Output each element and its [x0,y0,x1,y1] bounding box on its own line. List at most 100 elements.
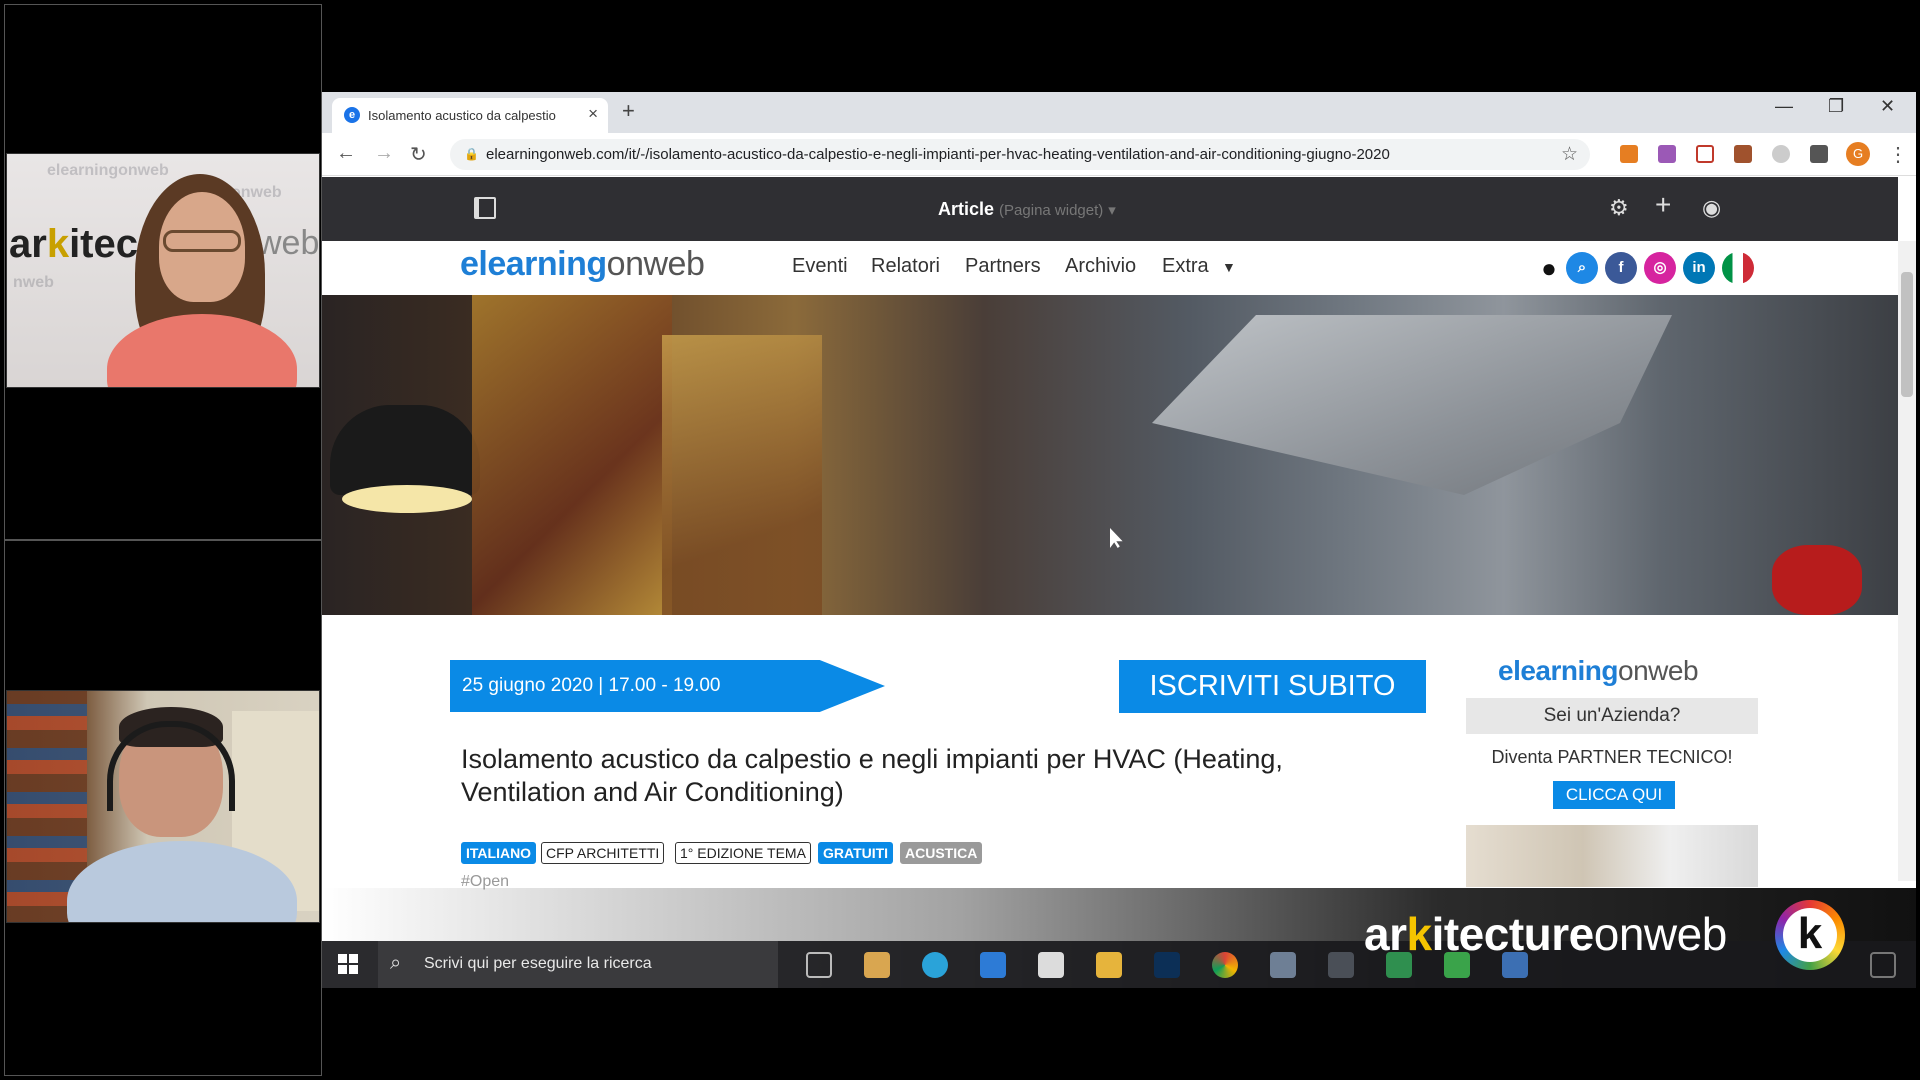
instagram-icon[interactable]: ◎ [1644,252,1676,284]
site-header: elearningonweb Eventi Relatori Partners … [322,241,1898,295]
tab-title: Isolamento acustico da calpestio [368,108,556,123]
extension-icon[interactable] [1696,145,1714,163]
page-type-subtitle: (Pagina widget) [999,202,1104,219]
extension-icon[interactable] [1772,145,1790,163]
arkitectureonweb-brand: arkitectureonweb [1364,907,1727,961]
logo-learning: learning [478,245,607,283]
tag-gratuiti[interactable]: GRATUITI [818,842,894,864]
edge-icon[interactable] [922,952,948,978]
webcam-speaker-1: elearningonweb ingonweb nweb arkitec web [6,153,320,388]
file-icon[interactable] [1038,952,1064,978]
brand-onweb: onweb [1593,908,1728,960]
search-icon[interactable]: ⌕ [1566,252,1598,284]
speaker-shirt [107,314,297,387]
store-icon[interactable] [864,952,890,978]
mail-icon[interactable] [980,952,1006,978]
chrome-icon[interactable] [1212,952,1238,978]
app-icon[interactable] [1328,952,1354,978]
subscribe-button[interactable]: ISCRIVITI SUBITO [1119,660,1426,713]
sidebar-toggle-icon[interactable] [474,197,496,219]
webcam-speaker-2 [6,690,320,923]
partner-sidebar: elearningonweb Sei un'Azienda? Diventa P… [1466,655,1758,887]
notification-icon[interactable] [1870,952,1896,978]
extension-icon[interactable] [1734,145,1752,163]
profile-avatar[interactable]: G [1846,142,1870,166]
chevron-down-icon: ▾ [1108,202,1116,219]
article-title: Isolamento acustico da calpestio e negli… [461,744,1283,807]
windows-start-icon[interactable] [338,954,358,974]
reload-button[interactable]: ↻ [410,142,427,167]
page-type-selector[interactable]: Article (Pagina widget) ▾ [938,199,1116,220]
k-brand-letter: k [1783,908,1837,962]
lamp-light [342,485,472,513]
url-text[interactable]: elearningonweb.com/it/-/isolamento-acust… [486,146,1390,163]
event-date-banner: 25 giugno 2020 | 17.00 - 19.00 [450,660,885,712]
tab-bar: e Isolamento acustico da calpestio × + —… [322,92,1916,133]
new-tab-button[interactable]: + [622,98,635,124]
tag-edizione[interactable]: 1° EDIZIONE TEMA [675,842,811,864]
partner-question: Sei un'Azienda? [1466,698,1758,734]
task-view-icon[interactable] [806,952,832,978]
logo-onweb: onweb [1618,655,1699,686]
partner-promo-image [1466,825,1758,887]
restore-button[interactable]: ❐ [1828,96,1844,117]
nav-extra[interactable]: Extra [1162,255,1209,278]
nav-partners[interactable]: Partners [965,255,1041,278]
lamp-shade [330,405,480,495]
lock-icon: 🔒 [464,147,479,161]
url-omnibox[interactable]: 🔒 elearningonweb.com/it/-/isolamento-acu… [450,139,1590,170]
globe-icon[interactable]: ◉ [1702,195,1721,221]
browser-tab[interactable]: e Isolamento acustico da calpestio × [332,98,608,133]
app-icon[interactable] [1270,952,1296,978]
file-explorer-icon[interactable] [1096,952,1122,978]
back-button[interactable]: ← [336,142,356,165]
wall-poster [662,335,822,615]
close-window-button[interactable]: ✕ [1880,96,1895,117]
taskbar-search-box[interactable]: ⌕ Scrivi qui per eseguire la ricerca [378,941,778,988]
page-type-label: Article [938,199,995,219]
minimize-button[interactable]: — [1775,96,1793,117]
tag-acustica[interactable]: ACUSTICA [900,842,983,864]
scrollbar-thumb[interactable] [1901,272,1913,397]
nav-relatori[interactable]: Relatori [871,255,940,278]
logo-onweb: onweb [606,245,705,283]
browser-menu-icon[interactable]: ⋮ [1888,142,1908,167]
forward-button[interactable]: → [374,142,394,165]
backdrop-watermark: nweb [13,274,54,291]
user-icon[interactable]: ● [1533,252,1565,284]
add-icon[interactable]: + [1655,189,1671,221]
nav-archivio[interactable]: Archivio [1065,255,1136,278]
bookmark-star-icon[interactable]: ☆ [1561,143,1578,166]
close-tab-icon[interactable]: × [588,104,598,124]
site-favicon-icon: e [344,107,360,123]
logo-e: e [460,245,479,283]
facebook-icon[interactable]: f [1605,252,1637,284]
tag-italiano[interactable]: ITALIANO [461,842,537,864]
backdrop-watermark: elearningonweb [47,162,169,179]
sidebar-logo: elearningonweb [1498,655,1699,687]
cms-admin-bar: Article (Pagina widget) ▾ ⚙ + ◉ [322,177,1898,241]
tag-cfp-architetti[interactable]: CFP ARCHITETTI [541,842,665,864]
extension-icon[interactable] [1658,145,1676,163]
brand-k: k [1406,908,1432,960]
site-logo[interactable]: elearningonweb [460,245,705,284]
linkedin-icon[interactable]: in [1683,252,1715,284]
speaker-glasses [163,230,241,252]
brand-itecture: itecture [1431,908,1595,960]
extension-icon[interactable] [1620,145,1638,163]
taskbar-search-placeholder: Scrivi qui per eseguire la ricerca [424,955,652,972]
photoshop-icon[interactable] [1154,952,1180,978]
chevron-down-icon: ▼ [1222,259,1236,275]
extensions-puzzle-icon[interactable] [1810,145,1828,163]
partner-pitch: Diventa PARTNER TECNICO! [1491,747,1733,767]
nav-eventi[interactable]: Eventi [792,255,848,278]
italian-flag-icon[interactable] [1722,252,1754,284]
brand-ar: ar [1364,908,1407,960]
gear-icon[interactable]: ⚙ [1609,195,1629,221]
article-content: 25 giugno 2020 | 17.00 - 19.00 ISCRIVITI… [322,615,1898,890]
wall-poster [472,295,672,615]
backdrop-brand-mark: web [257,224,320,262]
ceiling-duct [1152,315,1672,495]
partner-cta-button[interactable]: CLICCA QUI [1553,781,1675,809]
search-icon: ⌕ [390,952,402,974]
